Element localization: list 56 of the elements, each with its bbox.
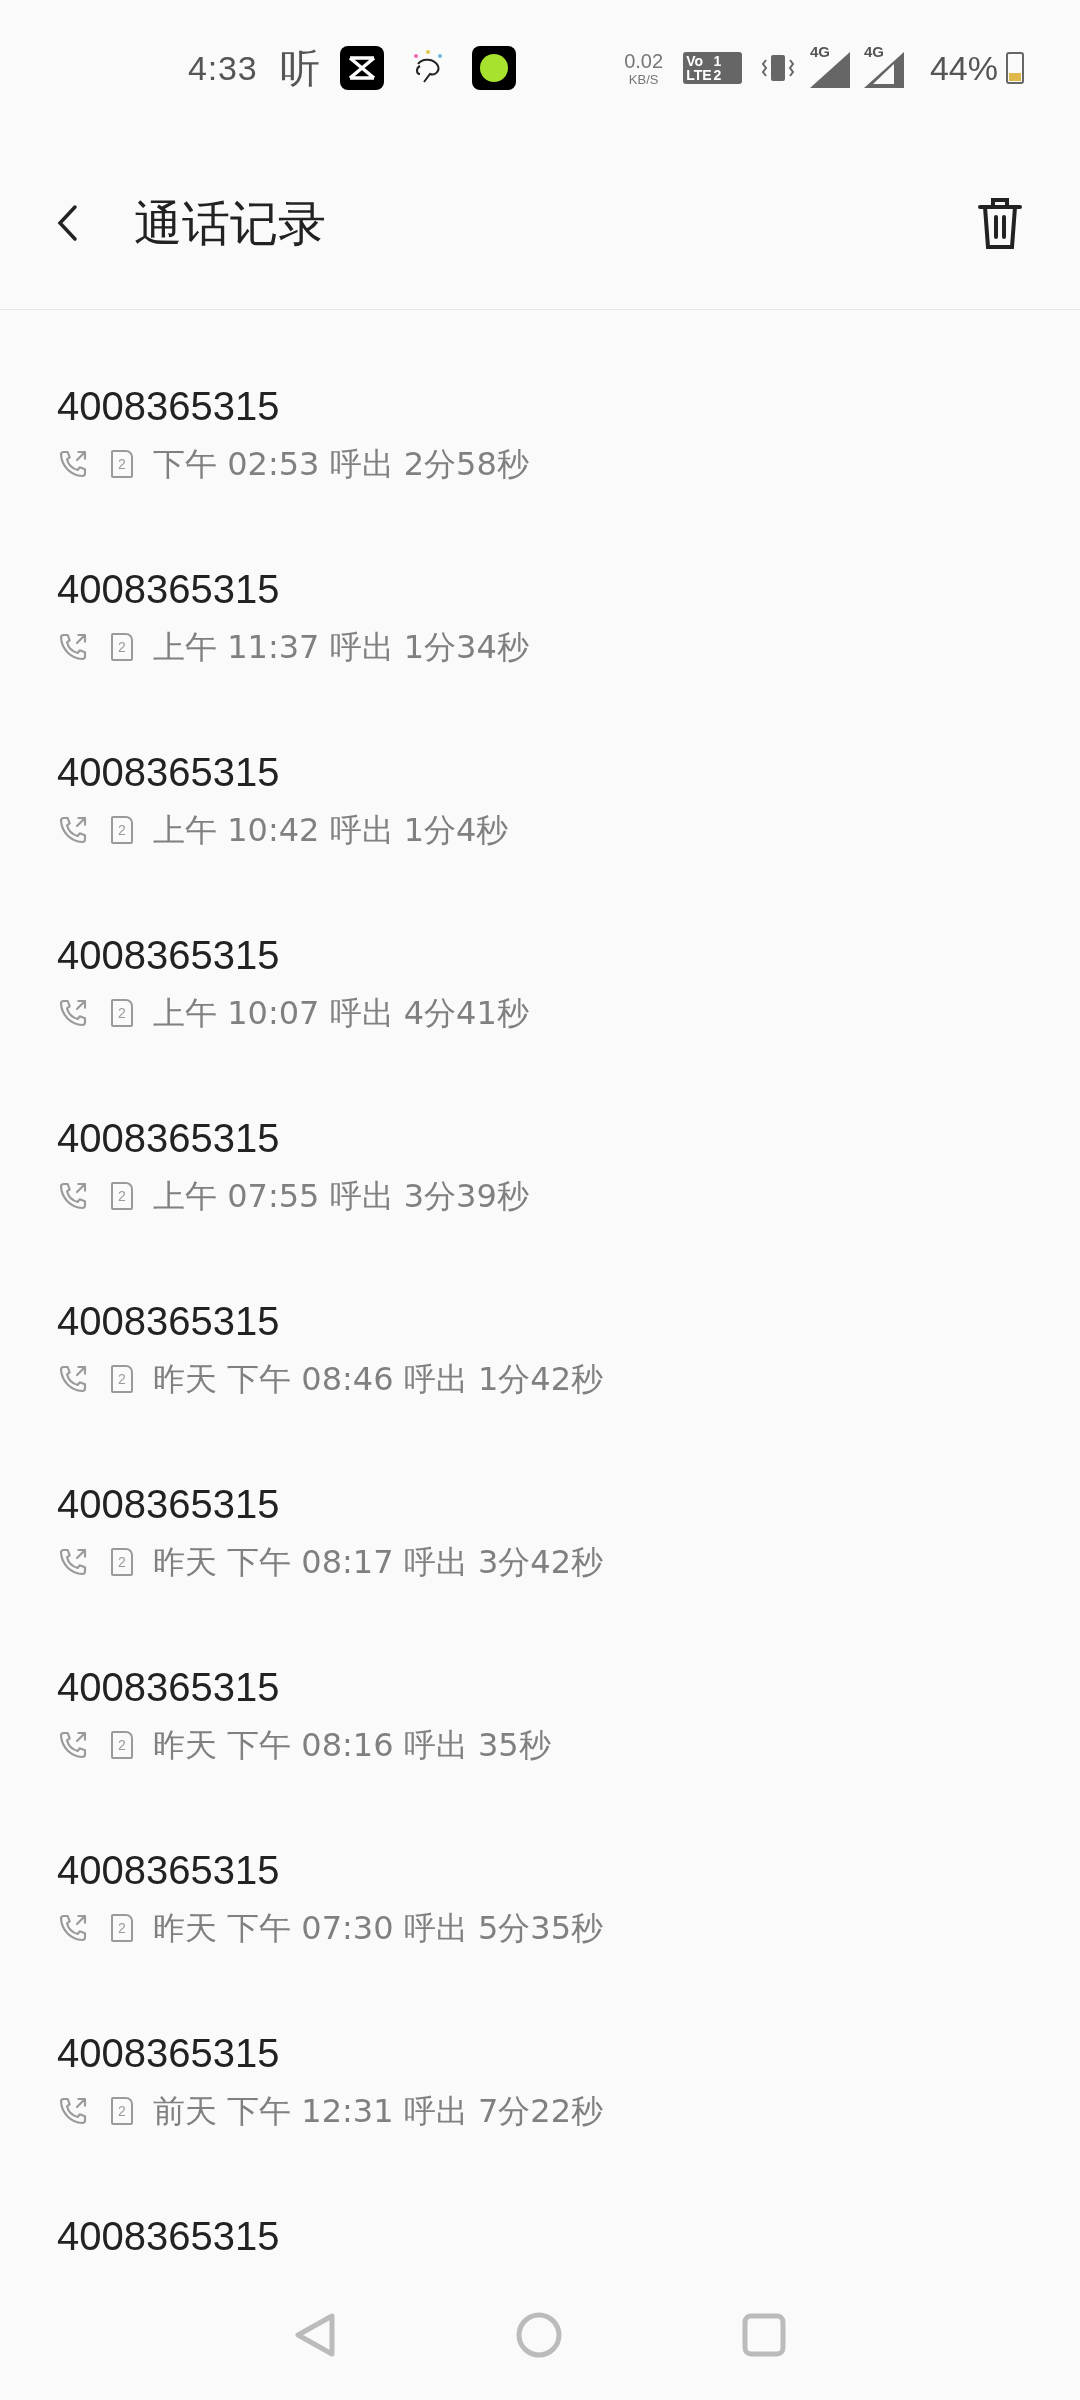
outgoing-call-icon bbox=[57, 2095, 89, 2127]
outgoing-call-icon bbox=[57, 448, 89, 480]
call-details: 昨天 下午 08:16 呼出 35秒 bbox=[153, 1725, 551, 1766]
sim-icon: 2 bbox=[111, 1182, 133, 1210]
phone-number[interactable]: 4008365315 bbox=[57, 2027, 1023, 2079]
sim-icon: 2 bbox=[111, 633, 133, 661]
battery-icon bbox=[1006, 52, 1024, 84]
outgoing-call-icon bbox=[57, 1363, 89, 1395]
call-details: 上午 10:42 呼出 1分4秒 bbox=[153, 810, 509, 851]
back-nav-button[interactable] bbox=[294, 2312, 336, 2358]
phone-number[interactable]: 4008365315 bbox=[57, 1844, 1023, 1896]
network-speed: 0.02 bbox=[624, 50, 664, 71]
battery-percent: 44% bbox=[929, 47, 998, 89]
app-notification-icon: 听 bbox=[279, 48, 320, 88]
phone-number[interactable]: 4008365315 bbox=[57, 2210, 1023, 2262]
phone-number[interactable]: 4008365315 bbox=[57, 1112, 1023, 1164]
clock: 4:33 bbox=[188, 47, 258, 89]
call-details: 上午 11:37 呼出 1分34秒 bbox=[153, 627, 529, 668]
outgoing-call-icon bbox=[57, 997, 89, 1029]
phone-number[interactable]: 4008365315 bbox=[57, 380, 1023, 432]
call-details: 昨天 下午 08:46 呼出 1分42秒 bbox=[153, 1359, 603, 1400]
outgoing-call-icon bbox=[57, 814, 89, 846]
network-type: 4G bbox=[809, 44, 830, 59]
phone-number[interactable]: 4008365315 bbox=[57, 1478, 1023, 1530]
home-nav-button[interactable] bbox=[516, 2312, 562, 2358]
recents-nav-button[interactable] bbox=[742, 2313, 786, 2357]
outgoing-call-icon bbox=[57, 1180, 89, 1212]
call-details: 上午 07:55 呼出 3分39秒 bbox=[153, 1176, 529, 1217]
outgoing-call-icon bbox=[57, 1546, 89, 1578]
outgoing-call-icon bbox=[57, 1729, 89, 1761]
sim-icon: 2 bbox=[111, 1365, 133, 1393]
circle-app-icon bbox=[471, 46, 516, 90]
call-details: 上午 10:07 呼出 4分41秒 bbox=[153, 993, 529, 1034]
phone-number[interactable]: 4008365315 bbox=[57, 1295, 1023, 1347]
phone-number[interactable]: 4008365315 bbox=[57, 1661, 1023, 1713]
sim-icon: 2 bbox=[111, 2097, 133, 2125]
sim-icon: 2 bbox=[111, 999, 133, 1027]
call-details: 前天 下午 12:31 呼出 7分22秒 bbox=[153, 2091, 603, 2132]
network-type: 4G bbox=[863, 44, 884, 59]
phone-number[interactable]: 4008365315 bbox=[57, 563, 1023, 615]
call-details: 昨天 下午 08:17 呼出 3分42秒 bbox=[153, 1542, 603, 1583]
scissors-app-icon bbox=[339, 46, 384, 90]
volte-icon: Vo 1 LTE 2 bbox=[683, 52, 742, 84]
sim-icon: 2 bbox=[111, 816, 133, 844]
sim-icon: 2 bbox=[111, 450, 133, 478]
sim-icon: 2 bbox=[111, 1731, 133, 1759]
page-title: 通话记录 bbox=[134, 193, 326, 253]
sim-icon: 2 bbox=[111, 1548, 133, 1576]
phone-number[interactable]: 4008365315 bbox=[57, 746, 1023, 798]
phone-number[interactable]: 4008365315 bbox=[57, 929, 1023, 981]
sim-icon: 2 bbox=[111, 1914, 133, 1942]
network-speed-unit: KB/S bbox=[628, 72, 659, 86]
outgoing-call-icon bbox=[57, 631, 89, 663]
call-details: 下午 02:53 呼出 2分58秒 bbox=[153, 444, 529, 485]
call-details: 昨天 下午 07:30 呼出 5分35秒 bbox=[153, 1908, 603, 1949]
outgoing-call-icon bbox=[57, 1912, 89, 1944]
